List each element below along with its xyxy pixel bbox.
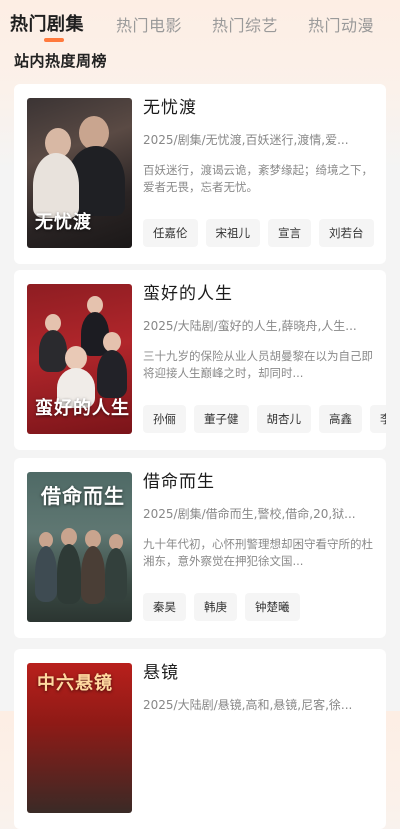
- show-poster[interactable]: 无忧渡: [27, 98, 132, 248]
- poster-figure: [79, 116, 109, 150]
- show-title[interactable]: 无忧渡: [143, 96, 379, 120]
- tab-hot-anime[interactable]: 热门动漫: [308, 12, 374, 36]
- category-tab-bar: 热门剧集 热门电影 热门综艺 热门动漫: [0, 0, 400, 44]
- show-info: 悬镜 2025/大陆剧/悬镜,高和,悬镜,尼客,徐...: [143, 661, 379, 713]
- show-card[interactable]: 借命而生 借命而生 2025/剧集/借命而生,警校,借命,20,狱... 九十年…: [14, 458, 386, 638]
- show-info: 借命而生 2025/剧集/借命而生,警校,借命,20,狱... 九十年代初，心怀…: [143, 470, 379, 621]
- cast-chip[interactable]: 董子健: [194, 405, 249, 433]
- cast-chip[interactable]: 刘若台: [319, 219, 374, 247]
- show-poster[interactable]: 中六悬镜: [27, 663, 132, 813]
- cast-chip[interactable]: 宣言: [268, 219, 311, 247]
- tab-hot-variety[interactable]: 热门综艺: [212, 12, 278, 36]
- cast-chip[interactable]: 李: [370, 405, 386, 433]
- show-card[interactable]: 无忧渡 无忧渡 2025/剧集/无忧渡,百妖迷行,渡情,爱... 百妖迷行，渡谒…: [14, 84, 386, 264]
- poster-figure: [65, 346, 87, 370]
- tab-hot-series[interactable]: 热门剧集: [10, 10, 84, 36]
- tab-hot-movies[interactable]: 热门电影: [116, 12, 182, 36]
- poster-title: 中六悬镜: [37, 673, 113, 694]
- show-card[interactable]: 蛮好的人生 蛮好的人生 2025/大陆剧/蛮好的人生,薛晓舟,人生... 三十九…: [14, 270, 386, 450]
- show-meta: 2025/剧集/借命而生,警校,借命,20,狱...: [143, 507, 356, 521]
- cast-chip[interactable]: 秦昊: [143, 593, 186, 621]
- show-info: 蛮好的人生 2025/大陆剧/蛮好的人生,薛晓舟,人生... 三十九岁的保险从业…: [143, 282, 386, 433]
- cast-chip[interactable]: 孙俪: [143, 405, 186, 433]
- section-title: 站内热度周榜: [14, 52, 108, 70]
- poster-figure: [39, 330, 67, 372]
- poster-figure: [57, 544, 81, 604]
- show-description: 三十九岁的保险从业人员胡曼黎在以为自己即将迎接人生巅峰之时，却同时...: [143, 349, 373, 380]
- show-poster[interactable]: 蛮好的人生: [27, 284, 132, 434]
- poster-title: 无忧渡: [35, 212, 92, 233]
- poster-figure: [81, 546, 105, 604]
- show-meta: 2025/剧集/无忧渡,百妖迷行,渡情,爱...: [143, 133, 349, 147]
- cast-chip[interactable]: 高鑫: [319, 405, 362, 433]
- cast-chip[interactable]: 胡杏儿: [256, 405, 311, 433]
- cast-list: 孙俪 董子健 胡杏儿 高鑫李: [143, 405, 386, 437]
- poster-figure: [105, 548, 127, 602]
- show-description: 百妖迷行，渡谒云诡，紊梦缘起；绮境之下，爱者无畏，忘者无忧。: [143, 163, 373, 194]
- cast-list: 秦昊 韩庚 钟楚曦: [143, 593, 386, 625]
- cast-chip[interactable]: 钟楚曦: [245, 593, 300, 621]
- show-title[interactable]: 悬镜: [143, 661, 379, 685]
- show-meta: 2025/大陆剧/蛮好的人生,薛晓舟,人生...: [143, 319, 357, 333]
- cast-chip[interactable]: 任嘉伦: [143, 219, 198, 247]
- poster-figure: [35, 546, 57, 602]
- poster-title: 蛮好的人生: [35, 398, 130, 419]
- show-info: 无忧渡 2025/剧集/无忧渡,百妖迷行,渡情,爱... 百妖迷行，渡谒云诡，紊…: [143, 96, 379, 247]
- show-poster[interactable]: 借命而生: [27, 472, 132, 622]
- active-tab-indicator: [44, 38, 64, 42]
- cast-chip[interactable]: 宋祖儿: [205, 219, 260, 247]
- poster-title: 借命而生: [41, 484, 125, 508]
- show-title[interactable]: 借命而生: [143, 470, 379, 494]
- poster-figure: [103, 332, 121, 352]
- cast-chip[interactable]: 韩庚: [194, 593, 237, 621]
- show-description: 九十年代初，心怀刑警理想却困守看守所的杜湘东，意外察觉在押犯徐文国...: [143, 537, 373, 568]
- show-card[interactable]: 中六悬镜 悬镜 2025/大陆剧/悬镜,高和,悬镜,尼客,徐...: [14, 649, 386, 829]
- cast-list: 任嘉伦 宋祖儿 宣言 刘若台: [143, 219, 386, 251]
- poster-figure: [97, 350, 127, 398]
- show-title[interactable]: 蛮好的人生: [143, 282, 379, 306]
